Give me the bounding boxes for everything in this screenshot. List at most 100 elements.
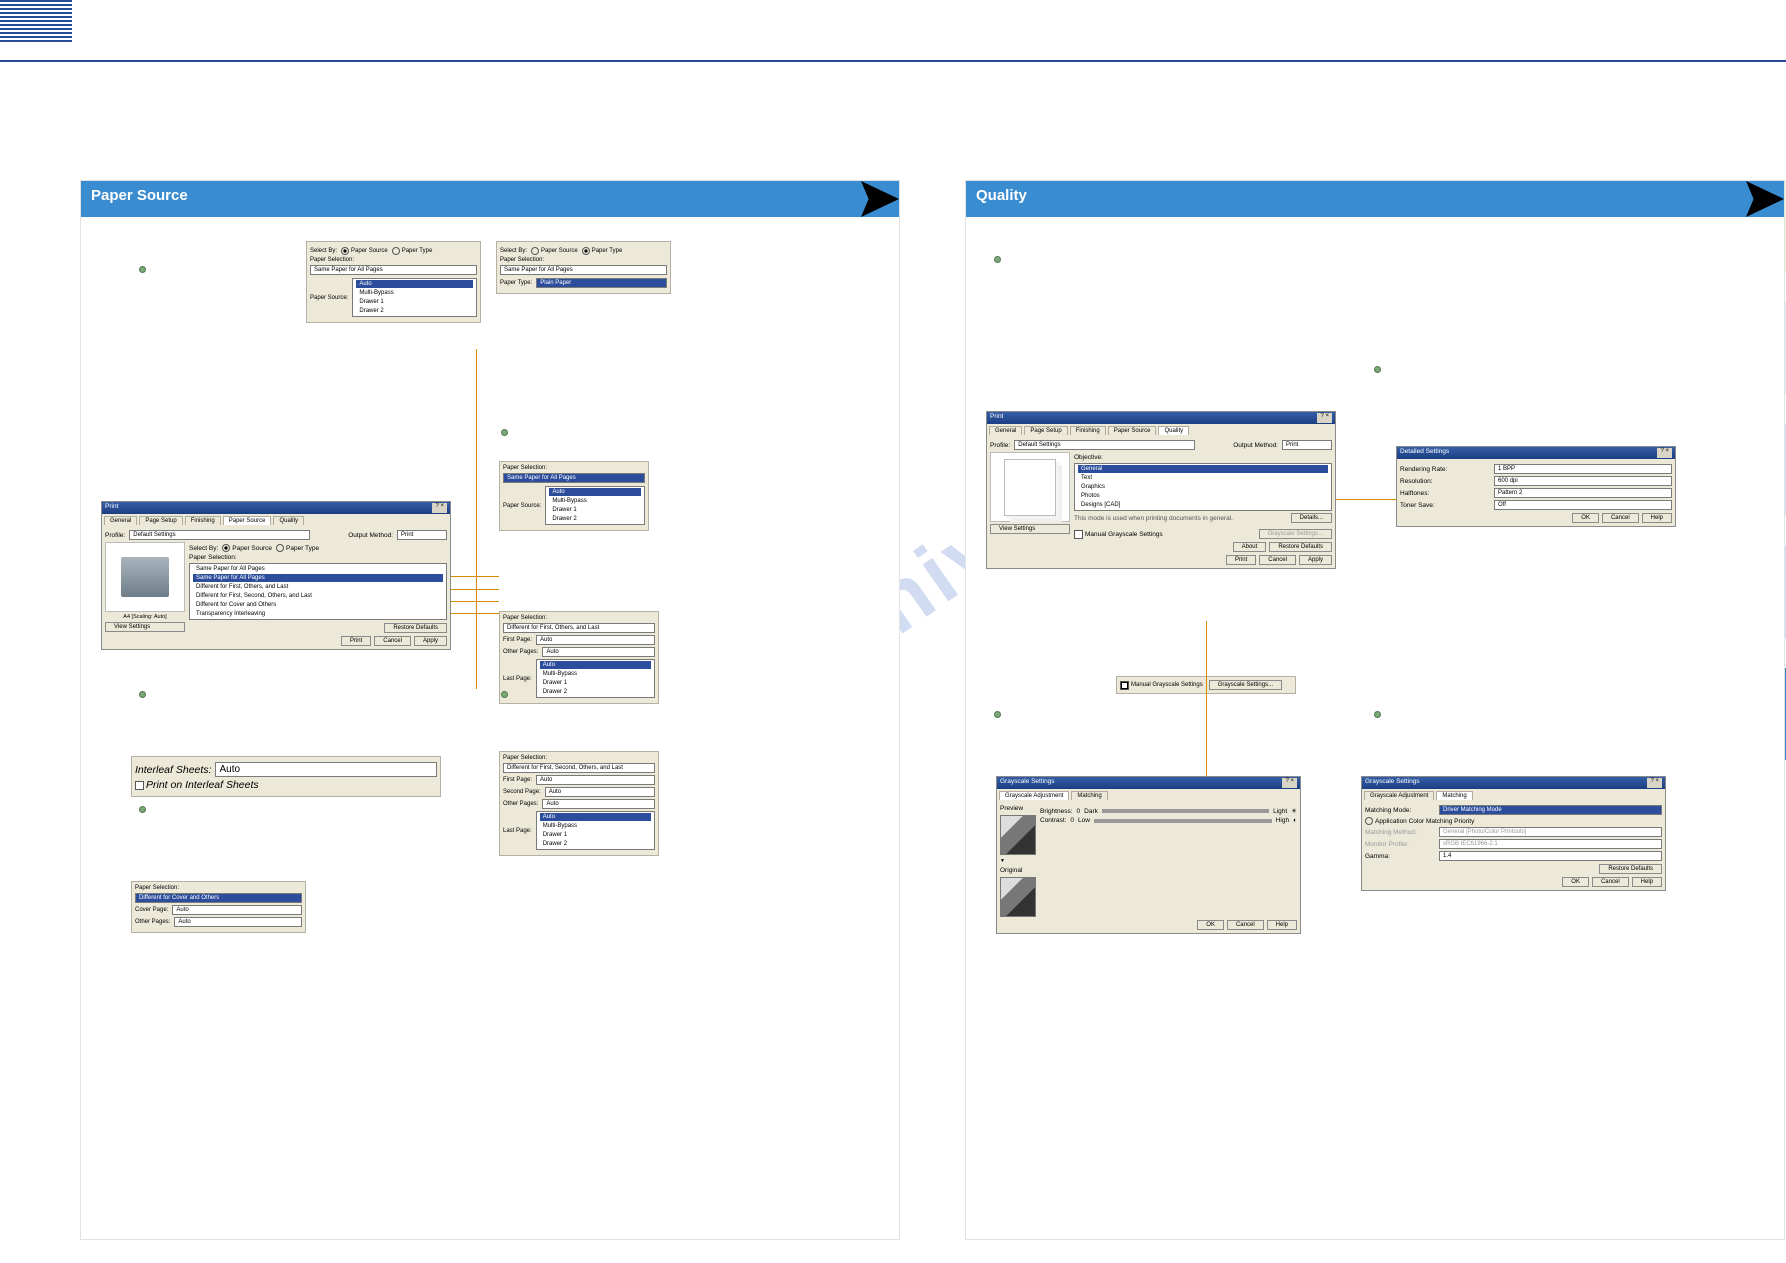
print-button[interactable]: Print	[341, 636, 371, 646]
contrast-icon: ◐	[1293, 817, 1297, 824]
output-method-label: Output Method:	[348, 532, 393, 539]
detailed-settings-dialog: Detailed Settings ? × Rendering Rate:1 B…	[1396, 446, 1676, 527]
frag-b-radio-type[interactable]: Paper Type	[582, 247, 623, 255]
header-rule	[0, 60, 1786, 62]
paper-source-dialog: Print ? × General Page Setup Finishing P…	[101, 501, 451, 650]
callout-dot-icon	[139, 691, 146, 698]
window-buttons-icon[interactable]: ? ×	[1317, 413, 1332, 423]
qtab-papersource[interactable]: Paper Source	[1108, 426, 1157, 435]
manual-grayscale-check-on[interactable]: Manual Grayscale Settings	[1120, 680, 1203, 690]
gsa-ok-button[interactable]: OK	[1197, 920, 1224, 930]
frag-diff-fsol: Paper Selection: Different for First, Se…	[499, 751, 659, 856]
frag-diff-fol: Paper Selection: Different for First, Ot…	[499, 611, 659, 704]
print-on-interleaf-check[interactable]: Print on Interleaf Sheets	[135, 779, 259, 791]
window-buttons-icon[interactable]: ? ×	[1657, 448, 1672, 458]
left-ribbon: Paper Source	[81, 181, 899, 217]
toner-save-combo[interactable]: Off	[1494, 500, 1672, 510]
gsb-tab-adjust[interactable]: Grayscale Adjustment	[1364, 791, 1434, 800]
grayscale-settings-button-2[interactable]: Grayscale Settings...	[1209, 680, 1282, 690]
printer-thumb-icon	[105, 542, 185, 612]
callout-dot-icon	[1374, 366, 1381, 373]
q-cancel-button[interactable]: Cancel	[1259, 555, 1296, 565]
gsb-cancel-button[interactable]: Cancel	[1592, 877, 1629, 887]
qtab-finishing[interactable]: Finishing	[1070, 426, 1106, 435]
qtab-pagesetup[interactable]: Page Setup	[1024, 426, 1067, 435]
gsb-tab-matching[interactable]: Matching	[1436, 791, 1472, 800]
objective-list[interactable]: General Text Graphics Photos Designs [CA…	[1074, 463, 1332, 511]
ps-dialog-title: Print	[105, 503, 118, 513]
frag-cover-others: Paper Selection: Different for Cover and…	[131, 881, 306, 933]
frag-b-type[interactable]: Plain Paper	[536, 278, 667, 288]
q-restore-defaults-button[interactable]: Restore Defaults	[1269, 542, 1332, 552]
qtab-general[interactable]: General	[989, 426, 1022, 435]
ds-cancel-button[interactable]: Cancel	[1602, 513, 1639, 523]
page-left: Paper Source Print ? × General Page Setu…	[80, 180, 900, 1240]
gsa-cancel-button[interactable]: Cancel	[1227, 920, 1264, 930]
interleaf-sheets-label: Interleaf Sheets:	[135, 764, 211, 776]
paper-selection-list[interactable]: Same Paper for All Pages Same Paper for …	[189, 563, 447, 620]
tab-pagesetup[interactable]: Page Setup	[139, 516, 182, 525]
frag-b-papersel[interactable]: Same Paper for All Pages	[500, 265, 667, 275]
tab-general[interactable]: General	[104, 516, 137, 525]
details-button[interactable]: Details...	[1291, 513, 1332, 523]
grayscale-settings-adjustment: Grayscale Settings ? × Grayscale Adjustm…	[996, 776, 1301, 934]
ds-ok-button[interactable]: OK	[1572, 513, 1599, 523]
frag-a-sources[interactable]: Auto Multi-Bypass Drawer 1 Drawer 2	[352, 278, 477, 317]
qtab-quality[interactable]: Quality	[1158, 426, 1189, 435]
brightness-slider[interactable]	[1102, 809, 1269, 813]
frag-a-papersel[interactable]: Same Paper for All Pages	[310, 265, 477, 275]
frag-a-radio-type[interactable]: Paper Type	[392, 247, 433, 255]
contrast-slider[interactable]	[1094, 819, 1272, 823]
grayscale-settings-matching: Grayscale Settings ? × Grayscale Adjustm…	[1361, 776, 1666, 891]
gamma-combo[interactable]: 1.4	[1439, 851, 1662, 861]
window-buttons-icon[interactable]: ? ×	[1282, 778, 1297, 788]
ds-help-button[interactable]: Help	[1642, 513, 1672, 523]
gsb-restore-button[interactable]: Restore Defaults	[1599, 864, 1662, 874]
manual-grayscale-check[interactable]: Manual Grayscale Settings	[1074, 530, 1163, 539]
output-method-combo[interactable]: Print	[397, 530, 447, 540]
right-ribbon: Quality	[966, 181, 1784, 217]
matching-method-combo[interactable]: General [Photo/Color Printouts]	[1439, 827, 1662, 837]
radio-paper-source[interactable]: Paper Source	[222, 544, 272, 552]
tab-finishing[interactable]: Finishing	[185, 516, 221, 525]
gsa-tab-matching[interactable]: Matching	[1071, 791, 1107, 800]
frag-b-radio-source[interactable]: Paper Source	[531, 247, 578, 255]
q-profile-combo[interactable]: Default Settings	[1014, 440, 1195, 450]
halftones-combo[interactable]: Pattern 2	[1494, 488, 1672, 498]
q-apply-button[interactable]: Apply	[1299, 555, 1332, 565]
gsb-help-button[interactable]: Help	[1632, 877, 1662, 887]
q-output-combo[interactable]: Print	[1282, 440, 1332, 450]
tab-papersource[interactable]: Paper Source	[223, 516, 272, 525]
frag-a-radio-source[interactable]: Paper Source	[341, 247, 388, 255]
left-ribbon-title: Paper Source	[91, 187, 188, 204]
about-button[interactable]: About	[1233, 542, 1267, 552]
objective-label: Objective:	[1074, 454, 1103, 461]
gsa-help-button[interactable]: Help	[1267, 920, 1297, 930]
radio-paper-type[interactable]: Paper Type	[276, 544, 319, 552]
q-print-button[interactable]: Print	[1226, 555, 1256, 565]
sun-icon: ☀	[1291, 807, 1297, 815]
window-buttons-icon[interactable]: ? ×	[432, 503, 447, 513]
resolution-combo[interactable]: 600 dpi	[1494, 476, 1672, 486]
grayscale-settings-button[interactable]: Grayscale Settings...	[1259, 529, 1332, 539]
cancel-button[interactable]: Cancel	[374, 636, 411, 646]
monitor-profile-combo[interactable]: sRGB IEC61966-2.1	[1439, 839, 1662, 849]
tab-quality[interactable]: Quality	[273, 516, 304, 525]
matching-mode-combo[interactable]: Driver Matching Mode	[1439, 805, 1662, 815]
profile-combo[interactable]: Default Settings	[129, 530, 310, 540]
rendering-rate-combo[interactable]: 1 BPP	[1494, 464, 1672, 474]
q-tabstrip: General Page Setup Finishing Paper Sourc…	[987, 424, 1335, 435]
gsb-ok-button[interactable]: OK	[1562, 877, 1589, 887]
app-color-priority-radio[interactable]: Application Color Matching Priority	[1365, 817, 1474, 825]
apply-button[interactable]: Apply	[414, 636, 447, 646]
callout-dot-icon	[139, 266, 146, 273]
interleaf-sheets-combo[interactable]: Auto	[215, 762, 437, 777]
q-view-settings-button[interactable]: View Settings	[990, 524, 1070, 534]
gsa-tab-adjust[interactable]: Grayscale Adjustment	[999, 791, 1069, 800]
window-buttons-icon[interactable]: ? ×	[1647, 778, 1662, 788]
callout-dot-icon	[1374, 711, 1381, 718]
header-stripe-icon	[0, 0, 72, 42]
restore-defaults-button[interactable]: Restore Defaults	[384, 623, 447, 633]
view-settings-button[interactable]: View Settings	[105, 622, 185, 632]
selectby-label: Select By:	[189, 545, 218, 552]
